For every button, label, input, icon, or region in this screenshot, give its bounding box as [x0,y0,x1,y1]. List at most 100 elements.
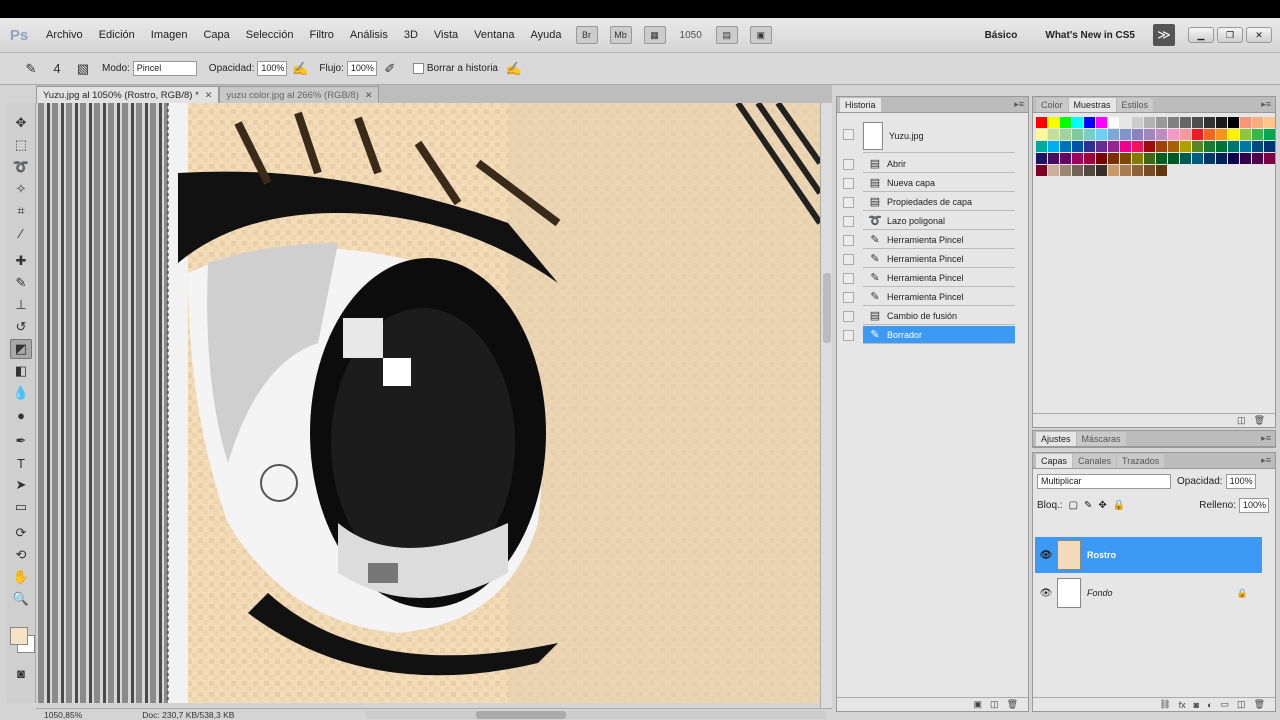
color-swatch[interactable] [1108,141,1119,152]
visibility-eye-icon[interactable]: 👁 [1035,588,1057,599]
history-item[interactable]: ✎ Herramienta Pincel [863,288,1015,306]
color-swatch[interactable] [1264,129,1275,140]
brush-panel-toggle[interactable]: ▧ [74,60,92,78]
lock-all-icon[interactable]: 🔒 [1113,500,1125,511]
color-swatch[interactable] [1120,141,1131,152]
color-swatch[interactable] [1060,117,1071,128]
path-select-tool-icon[interactable]: ➤ [10,475,32,495]
history-item[interactable]: ✎ Herramienta Pincel [863,231,1015,249]
color-swatch[interactable] [1132,141,1143,152]
new-snapshot-icon[interactable]: ◫ [990,699,999,710]
history-item[interactable]: ▤ Propiedades de capa [863,193,1015,211]
menu-ventana[interactable]: Ventana [466,29,522,41]
close-tab-icon[interactable]: ✕ [205,90,213,101]
eyedropper-tool-icon[interactable]: ⁄ [10,223,32,243]
trash-icon[interactable]: 🗑 [1254,415,1265,426]
document-canvas[interactable] [38,103,820,703]
color-swatch[interactable] [1096,141,1107,152]
color-swatch[interactable] [1036,141,1047,152]
color-swatch[interactable] [1168,153,1179,164]
panel-menu-icon[interactable]: ▸≡ [1261,433,1271,444]
lock-position-icon[interactable]: ✥ [1098,500,1106,511]
zoom-level[interactable]: 1050 [680,30,702,41]
color-swatch[interactable] [1240,153,1251,164]
doc-size[interactable]: Doc: 230,7 KB/538,3 KB [142,710,234,720]
opacity-field[interactable]: 100% [257,61,288,76]
layer-row-fondo[interactable]: 👁 Fondo 🔒 [1035,575,1262,611]
zoom-tool-icon[interactable]: 🔍 [10,589,32,609]
color-swatch[interactable] [1096,117,1107,128]
tab-capas[interactable]: Capas [1036,454,1073,468]
tab-historia[interactable]: Historia [840,98,881,112]
color-swatch[interactable] [1132,165,1143,176]
color-swatch[interactable] [1228,117,1239,128]
history-item[interactable]: ▤ Abrir [863,155,1015,173]
workspace-whats-new[interactable]: What's New in CS5 [1045,30,1135,41]
color-swatch[interactable] [1048,117,1059,128]
restore-button[interactable]: ❐ [1217,27,1243,43]
color-swatch[interactable] [1072,153,1083,164]
color-swatch[interactable] [1156,129,1167,140]
shape-tool-icon[interactable]: ▭ [10,497,32,517]
tab-muestras[interactable]: Muestras [1068,98,1116,112]
color-swatch[interactable] [1264,141,1275,152]
color-swatch[interactable] [1240,141,1251,152]
color-swatch[interactable] [1216,117,1227,128]
new-group-icon[interactable]: ▭ [1221,699,1230,710]
canvas-vertical-scrollbar[interactable] [820,103,832,708]
scroll-thumb[interactable] [823,273,831,343]
tab-mascaras[interactable]: Máscaras [1076,432,1126,446]
color-swatch[interactable] [1060,141,1071,152]
menu-vista[interactable]: Vista [426,29,466,41]
adjustment-layer-icon[interactable]: ◐ [1207,700,1212,710]
color-swatch[interactable] [1192,141,1203,152]
fill-field[interactable]: 100% [1239,498,1269,513]
menu-ayuda[interactable]: Ayuda [523,29,570,41]
color-swatch[interactable] [1144,153,1155,164]
source-checkbox[interactable] [843,273,854,284]
color-swatch[interactable] [1252,153,1263,164]
source-checkbox[interactable] [843,159,854,170]
color-swatch[interactable] [1072,129,1083,140]
color-swatch[interactable] [1204,153,1215,164]
menu-capa[interactable]: Capa [195,29,237,41]
swatch-grid[interactable] [1036,117,1275,176]
arrange-documents-button[interactable]: ▤ [715,26,738,44]
add-mask-icon[interactable]: ◙ [1194,700,1199,710]
color-swatch[interactable] [1132,117,1143,128]
history-item[interactable]: ▤ Cambio de fusión [863,307,1015,325]
color-swatch[interactable] [1120,117,1131,128]
healing-tool-icon[interactable]: ✚ [10,251,32,271]
color-swatch[interactable] [1108,129,1119,140]
color-swatch[interactable] [1108,165,1119,176]
color-swatch[interactable] [1108,153,1119,164]
mode-select[interactable]: Pincel [132,61,197,76]
color-swatch[interactable] [1048,153,1059,164]
color-swatch[interactable] [1060,165,1071,176]
color-swatch[interactable] [1048,129,1059,140]
pen-tool-icon[interactable]: ✒ [10,431,32,451]
history-item[interactable]: ✎ Herramienta Pincel [863,269,1015,287]
panel-menu-icon[interactable]: ▸≡ [1014,99,1024,110]
source-checkbox[interactable] [843,216,854,227]
color-swatch[interactable] [1228,153,1239,164]
tab-yuzu[interactable]: Yuzu.jpg al 1050% (Rostro, RGB/8) * ✕ [36,86,220,103]
color-swatch[interactable] [1060,153,1071,164]
tab-trazados[interactable]: Trazados [1117,454,1165,468]
color-swatch[interactable] [1048,165,1059,176]
color-swatch[interactable] [1180,141,1191,152]
color-swatch[interactable] [1252,129,1263,140]
source-checkbox[interactable] [843,311,854,322]
tab-yuzu-color[interactable]: yuzu color.jpg al 266% (RGB/8) ✕ [219,86,380,103]
source-checkbox[interactable] [843,178,854,189]
history-item[interactable]: ➰ Lazo poligonal [863,212,1015,230]
screen-mode-button[interactable]: ▣ [749,26,772,44]
menu-imagen[interactable]: Imagen [143,29,196,41]
scroll-thumb[interactable] [476,711,566,719]
panel-menu-icon[interactable]: ▸≡ [1261,455,1271,466]
color-swatch[interactable] [1048,141,1059,152]
color-swatch[interactable] [1252,117,1263,128]
close-button[interactable]: ✕ [1246,27,1272,43]
menu-3d[interactable]: 3D [396,29,426,41]
menu-analisis[interactable]: Análisis [342,29,396,41]
